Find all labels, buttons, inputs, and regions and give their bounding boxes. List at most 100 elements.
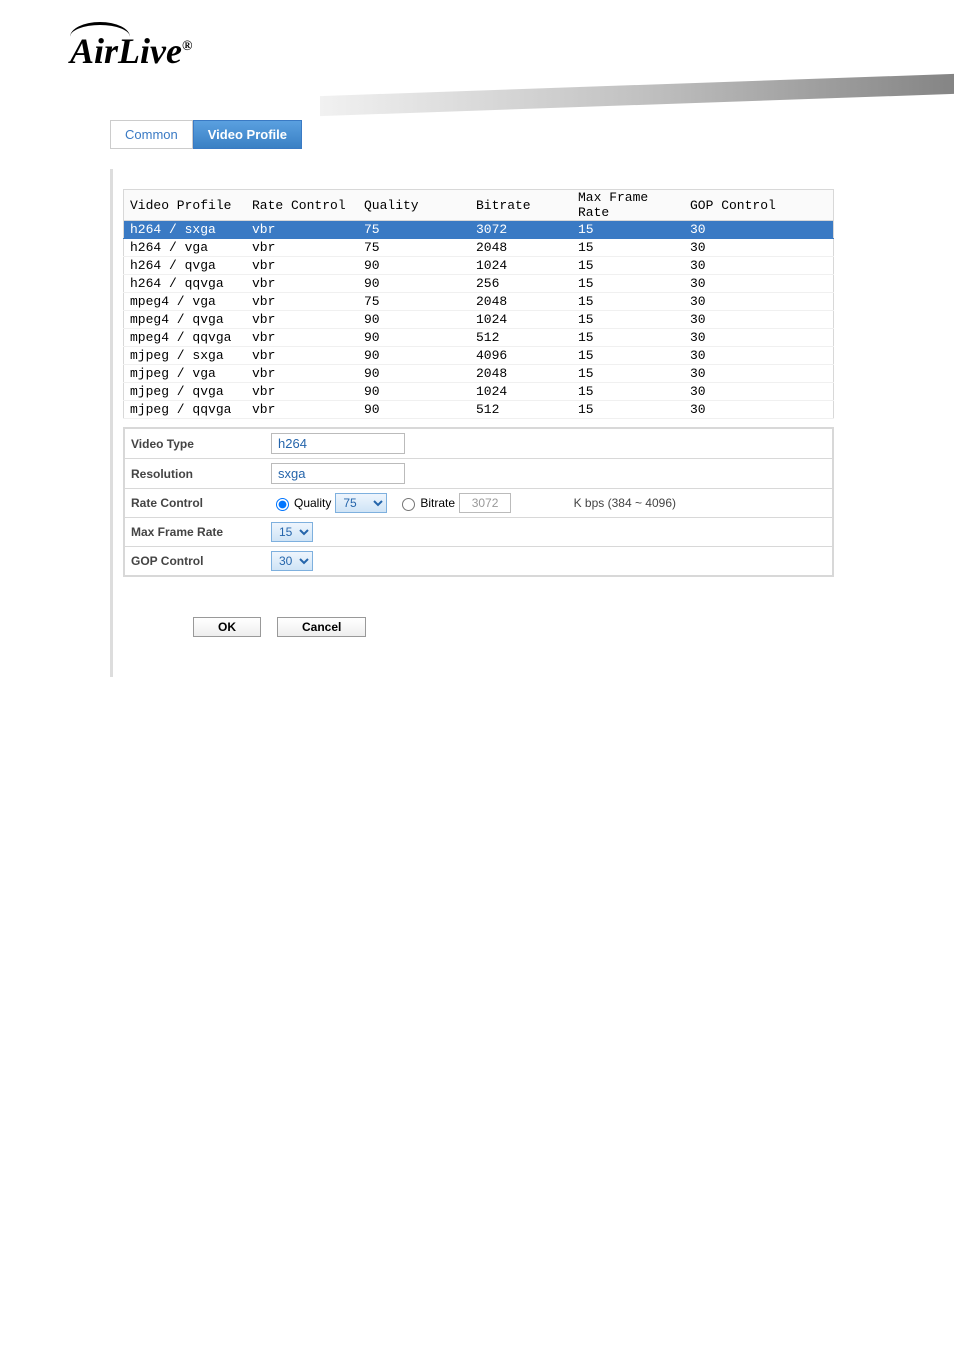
row-rate-control: Rate Control Quality 75 Bitrate K bps (3…	[124, 489, 833, 518]
table-row[interactable]: mjpeg / sxgavbr9040961530	[124, 347, 834, 365]
table-cell: 30	[684, 311, 834, 329]
table-cell: vbr	[246, 347, 358, 365]
table-cell: 30	[684, 383, 834, 401]
th-gop-control: GOP Control	[684, 190, 834, 221]
tab-common[interactable]: Common	[110, 120, 193, 149]
table-row[interactable]: mpeg4 / qqvgavbr905121530	[124, 329, 834, 347]
logo-registered: ®	[182, 39, 192, 54]
th-max-frame-rate: Max Frame Rate	[572, 190, 684, 221]
label-rate-control: Rate Control	[131, 496, 271, 510]
bitrate-hint: K bps (384 ~ 4096)	[574, 496, 676, 510]
table-row[interactable]: mjpeg / vgavbr9020481530	[124, 365, 834, 383]
input-bitrate[interactable]	[459, 493, 511, 513]
table-cell: vbr	[246, 239, 358, 257]
label-bitrate: Bitrate	[420, 496, 455, 510]
cancel-button[interactable]: Cancel	[277, 617, 366, 637]
tab-video-profile[interactable]: Video Profile	[193, 120, 302, 149]
radio-bitrate[interactable]	[402, 498, 415, 511]
th-bitrate: Bitrate	[470, 190, 572, 221]
table-cell: 90	[358, 257, 470, 275]
label-max-frame-rate: Max Frame Rate	[131, 525, 271, 539]
value-video-type: h264	[271, 433, 405, 454]
table-row[interactable]: h264 / sxgavbr7530721530	[124, 221, 834, 239]
table-cell: 30	[684, 257, 834, 275]
table-cell: vbr	[246, 275, 358, 293]
table-cell: 30	[684, 365, 834, 383]
table-row[interactable]: mpeg4 / vgavbr7520481530	[124, 293, 834, 311]
table-cell: 512	[470, 329, 572, 347]
th-rate-control: Rate Control	[246, 190, 358, 221]
table-cell: 2048	[470, 239, 572, 257]
table-cell: vbr	[246, 365, 358, 383]
table-row[interactable]: mpeg4 / qvgavbr9010241530	[124, 311, 834, 329]
table-cell: 2048	[470, 365, 572, 383]
row-gop-control: GOP Control 30	[124, 547, 833, 576]
table-row[interactable]: h264 / qvgavbr9010241530	[124, 257, 834, 275]
table-cell: 30	[684, 329, 834, 347]
table-cell: 15	[572, 365, 684, 383]
table-cell: 30	[684, 401, 834, 419]
panel-container: Video Profile Rate Control Quality Bitra…	[110, 169, 844, 677]
table-cell: 1024	[470, 311, 572, 329]
table-cell: mjpeg / qvga	[124, 383, 247, 401]
table-cell: 4096	[470, 347, 572, 365]
table-cell: 75	[358, 293, 470, 311]
th-quality: Quality	[358, 190, 470, 221]
label-video-type: Video Type	[131, 437, 271, 451]
brand-logo: AirLive®	[70, 30, 192, 72]
video-profile-table[interactable]: Video Profile Rate Control Quality Bitra…	[123, 189, 834, 419]
table-cell: 15	[572, 401, 684, 419]
table-cell: 90	[358, 401, 470, 419]
table-cell: 15	[572, 329, 684, 347]
row-resolution: Resolution sxga	[124, 459, 833, 489]
row-video-type: Video Type h264	[124, 428, 833, 459]
table-cell: 30	[684, 293, 834, 311]
header-gradient	[320, 74, 954, 116]
tab-bar: Common Video Profile	[110, 120, 844, 149]
table-row[interactable]: h264 / qqvgavbr902561530	[124, 275, 834, 293]
table-cell: mpeg4 / qqvga	[124, 329, 247, 347]
table-cell: 15	[572, 275, 684, 293]
value-resolution: sxga	[271, 463, 405, 484]
table-cell: 15	[572, 257, 684, 275]
table-cell: h264 / sxga	[124, 221, 247, 239]
select-max-frame-rate[interactable]: 15	[271, 522, 313, 542]
table-cell: 256	[470, 275, 572, 293]
select-quality[interactable]: 75	[335, 493, 387, 513]
table-cell: 30	[684, 347, 834, 365]
table-cell: h264 / qqvga	[124, 275, 247, 293]
label-resolution: Resolution	[131, 467, 271, 481]
table-cell: mjpeg / sxga	[124, 347, 247, 365]
row-max-frame-rate: Max Frame Rate 15	[124, 518, 833, 547]
table-cell: 512	[470, 401, 572, 419]
select-gop-control[interactable]: 30	[271, 551, 313, 571]
label-gop-control: GOP Control	[131, 554, 271, 568]
table-cell: 15	[572, 383, 684, 401]
table-cell: mpeg4 / vga	[124, 293, 247, 311]
table-cell: 75	[358, 221, 470, 239]
table-cell: 15	[572, 293, 684, 311]
table-row[interactable]: mjpeg / qqvgavbr905121530	[124, 401, 834, 419]
table-cell: vbr	[246, 383, 358, 401]
th-profile: Video Profile	[124, 190, 247, 221]
table-cell: 90	[358, 275, 470, 293]
table-cell: vbr	[246, 311, 358, 329]
table-cell: mjpeg / vga	[124, 365, 247, 383]
table-cell: vbr	[246, 329, 358, 347]
table-cell: 15	[572, 221, 684, 239]
table-row[interactable]: mjpeg / qvgavbr9010241530	[124, 383, 834, 401]
radio-quality[interactable]	[276, 498, 289, 511]
ok-button[interactable]: OK	[193, 617, 261, 637]
table-cell: 90	[358, 311, 470, 329]
table-cell: 15	[572, 311, 684, 329]
table-cell: vbr	[246, 257, 358, 275]
table-cell: vbr	[246, 293, 358, 311]
table-cell: 15	[572, 347, 684, 365]
table-cell: 1024	[470, 257, 572, 275]
table-cell: h264 / vga	[124, 239, 247, 257]
table-cell: 1024	[470, 383, 572, 401]
table-cell: 75	[358, 239, 470, 257]
table-cell: 15	[572, 239, 684, 257]
table-cell: 30	[684, 239, 834, 257]
table-row[interactable]: h264 / vgavbr7520481530	[124, 239, 834, 257]
